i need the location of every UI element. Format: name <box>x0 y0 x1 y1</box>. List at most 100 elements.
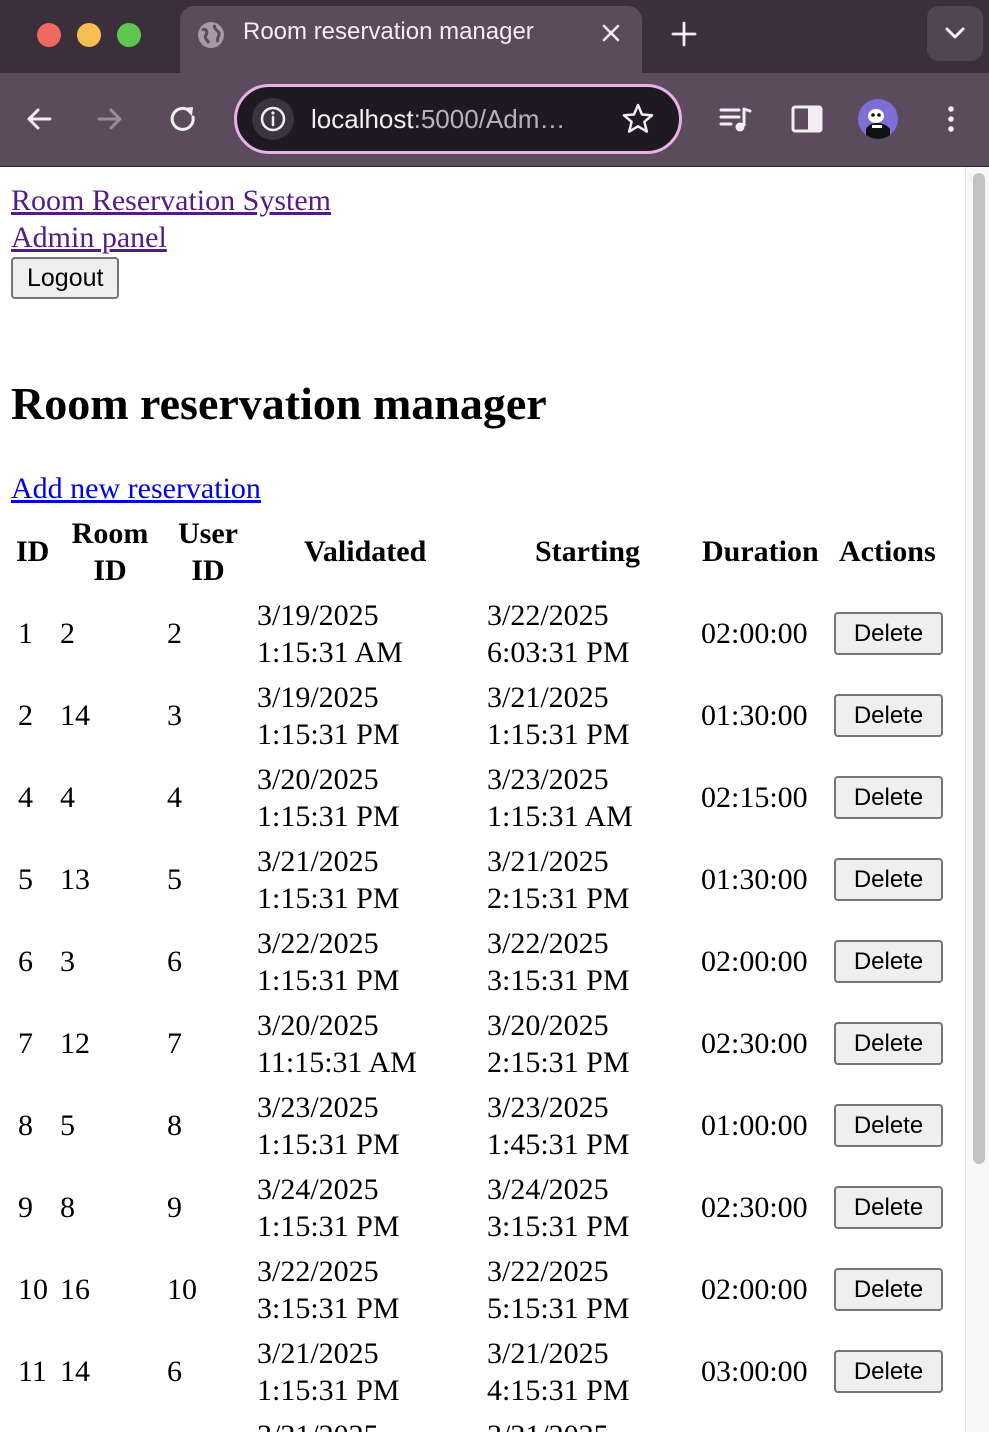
cell-user-id: 10 <box>167 1273 197 1306</box>
cell-id: 4 <box>18 781 33 814</box>
tab-search-button[interactable] <box>927 6 983 61</box>
cell-starting: 3/21/2025 1:15:31 PM <box>487 679 630 753</box>
cell-starting: 3/21/2025 2:15:31 PM <box>487 843 630 917</box>
delete-button[interactable]: Delete <box>834 612 943 655</box>
browser-tab[interactable]: Room reservation manager <box>180 6 642 73</box>
cell-user-id: 2 <box>167 617 182 650</box>
header-actions: Actions <box>839 535 936 568</box>
cell-validated-time: 1:15:31 AM <box>257 636 403 669</box>
star-icon[interactable] <box>620 101 656 137</box>
delete-button[interactable]: Delete <box>834 1022 943 1065</box>
cell-user-id: 4 <box>167 781 182 814</box>
window-close-button[interactable] <box>37 23 61 47</box>
cell-validated-time: 1:15:31 PM <box>257 1128 400 1161</box>
cell-validated-date: 3/21/2025 <box>257 1417 379 1432</box>
cell-user-id: 3 <box>167 699 182 732</box>
delete-button[interactable]: Delete <box>834 776 943 819</box>
delete-button[interactable]: Delete <box>834 940 943 983</box>
cell-room-id: 5 <box>60 1109 75 1142</box>
cell-validated-date: 3/22/2025 <box>257 927 379 960</box>
delete-button[interactable]: Delete <box>834 1268 943 1311</box>
address-bar[interactable]: localhost:5000/Adm… <box>234 84 682 154</box>
cell-validated-date: 3/20/2025 <box>257 1009 379 1042</box>
header-duration: Duration <box>702 535 819 568</box>
back-arrow-icon[interactable] <box>22 102 56 136</box>
cell-starting-time: 3:15:31 PM <box>487 964 630 997</box>
cell-validated-date: 3/19/2025 <box>257 599 379 632</box>
plus-icon[interactable] <box>668 18 700 50</box>
side-panel-icon[interactable] <box>790 102 824 136</box>
cell-validated-date: 3/19/2025 <box>257 681 379 714</box>
reload-icon[interactable] <box>166 102 200 136</box>
cell-validated-time: 1:15:31 PM <box>257 964 400 997</box>
browser-window: Room reservation manager localhost:5000/… <box>0 0 989 1432</box>
header-room-id: Room ID <box>68 515 152 589</box>
delete-button[interactable]: Delete <box>834 1104 943 1147</box>
scrollbar-thumb[interactable] <box>973 173 985 1164</box>
cell-starting-date: 3/21/2025 <box>487 1417 609 1432</box>
page-title: Room reservation manager <box>11 378 547 429</box>
cell-id: 7 <box>18 1027 33 1060</box>
cell-user-id: 7 <box>167 1027 182 1060</box>
globe-icon <box>198 22 224 48</box>
cell-validated: 3/22/2025 1:15:31 PM <box>257 925 400 999</box>
cell-duration: 02:30:00 <box>701 1027 808 1060</box>
profile-avatar[interactable] <box>858 99 898 139</box>
cell-starting: 3/21/2025 <box>487 1417 609 1432</box>
cell-room-id: 14 <box>60 699 90 732</box>
cell-room-id: 12 <box>60 1027 90 1060</box>
cell-room-id: 13 <box>60 863 90 896</box>
cell-starting-date: 3/23/2025 <box>487 1091 609 1124</box>
cell-id: 8 <box>18 1109 33 1142</box>
header-starting: Starting <box>535 535 640 568</box>
cell-starting-date: 3/22/2025 <box>487 1255 609 1288</box>
admin-panel-link[interactable]: Admin panel <box>11 220 167 256</box>
url-host: localhost <box>311 104 414 134</box>
cell-duration: 02:00:00 <box>701 1273 808 1306</box>
forward-arrow-icon[interactable] <box>93 102 127 136</box>
cell-user-id: 6 <box>167 945 182 978</box>
cell-id: 1 <box>18 617 33 650</box>
cell-id: 10 <box>18 1273 48 1306</box>
add-new-reservation-link[interactable]: Add new reservation <box>11 472 261 506</box>
chevron-down-icon <box>945 27 965 39</box>
cell-validated-date: 3/21/2025 <box>257 845 379 878</box>
delete-button[interactable]: Delete <box>834 1350 943 1393</box>
window-minimize-button[interactable] <box>77 23 101 47</box>
cell-starting: 3/22/2025 6:03:31 PM <box>487 597 630 671</box>
cell-starting-date: 3/23/2025 <box>487 763 609 796</box>
cell-duration: 03:00:00 <box>701 1355 808 1388</box>
tab-strip: Room reservation manager <box>0 0 989 73</box>
cell-starting: 3/22/2025 5:15:31 PM <box>487 1253 630 1327</box>
kebab-menu-icon[interactable] <box>934 102 968 136</box>
cell-id: 5 <box>18 863 33 896</box>
cell-starting-date: 3/22/2025 <box>487 599 609 632</box>
cell-starting: 3/23/2025 1:45:31 PM <box>487 1089 630 1163</box>
site-info-button[interactable] <box>252 98 294 140</box>
cell-starting-time: 1:45:31 PM <box>487 1128 630 1161</box>
cell-duration: 02:30:00 <box>701 1191 808 1224</box>
delete-button[interactable]: Delete <box>834 1186 943 1229</box>
info-icon <box>260 106 286 132</box>
delete-button[interactable]: Delete <box>834 858 943 901</box>
cell-starting-time: 3:15:31 PM <box>487 1210 630 1243</box>
cell-validated-date: 3/20/2025 <box>257 763 379 796</box>
close-icon[interactable] <box>598 20 624 46</box>
home-link[interactable]: Room Reservation System <box>11 183 331 219</box>
cell-room-id: 16 <box>60 1273 90 1306</box>
cell-room-id: 8 <box>60 1191 75 1224</box>
vertical-scrollbar[interactable] <box>965 167 989 1432</box>
cell-starting-time: 1:15:31 PM <box>487 718 630 751</box>
cell-validated: 3/21/2025 1:15:31 PM <box>257 1335 400 1409</box>
header-validated: Validated <box>304 535 427 568</box>
cell-validated: 3/20/2025 1:15:31 PM <box>257 761 400 835</box>
cell-starting: 3/22/2025 3:15:31 PM <box>487 925 630 999</box>
logout-button[interactable]: Logout <box>11 257 120 299</box>
delete-button[interactable]: Delete <box>834 694 943 737</box>
cell-validated-date: 3/23/2025 <box>257 1091 379 1124</box>
cell-starting-time: 6:03:31 PM <box>487 636 630 669</box>
window-maximize-button[interactable] <box>117 23 141 47</box>
cell-id: 6 <box>18 945 33 978</box>
media-playlist-icon[interactable] <box>718 102 752 136</box>
header-user-id: User ID <box>170 515 246 589</box>
